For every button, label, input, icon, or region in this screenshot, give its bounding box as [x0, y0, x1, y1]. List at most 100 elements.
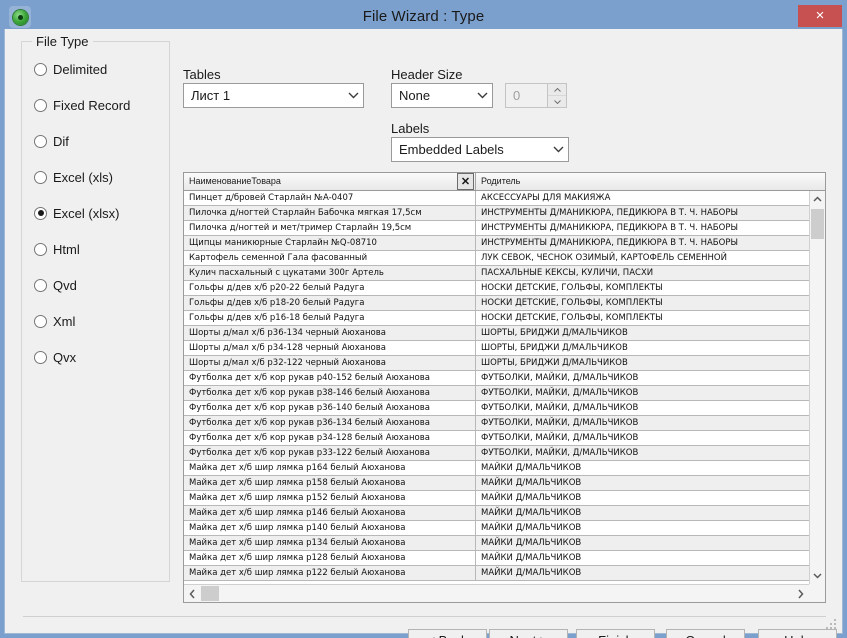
- column-close-icon[interactable]: ✕: [457, 173, 474, 190]
- cell-parent: МАЙКИ Д/МАЛЬЧИКОВ: [481, 538, 582, 548]
- preview-grid-body: Пинцет д/бровей Старлайн №A-0407 АКСЕССУА…: [184, 191, 810, 584]
- vertical-scroll-thumb[interactable]: [811, 209, 824, 239]
- scroll-left-icon[interactable]: [184, 585, 200, 602]
- cell-parent: МАЙКИ Д/МАЛЬЧИКОВ: [481, 553, 582, 563]
- table-row[interactable]: Майка дет х/б шир лямка р122 белый Аюхан…: [184, 566, 810, 581]
- file-type-radio-excel-xls[interactable]: Excel (xls): [34, 168, 113, 186]
- help-button[interactable]: Help: [758, 629, 837, 638]
- close-button[interactable]: ×: [798, 5, 842, 27]
- cell-name: Гольфы д/дев х/б р18-20 белый Радуга: [184, 296, 476, 310]
- file-type-radio-label: Delimited: [53, 61, 108, 77]
- table-row[interactable]: Гольфы д/дев х/б р18-20 белый Радуга НОСК…: [184, 296, 810, 311]
- table-row[interactable]: Футболка дет х/б кор рукав р36-140 белый…: [184, 401, 810, 416]
- stepper-down-icon[interactable]: [548, 96, 566, 107]
- header-size-select[interactable]: None: [391, 83, 493, 108]
- table-row[interactable]: Кулич пасхальный с цукатами 300г Артель П…: [184, 266, 810, 281]
- scroll-right-icon[interactable]: [793, 585, 809, 602]
- table-row[interactable]: Майка дет х/б шир лямка р134 белый Аюхан…: [184, 536, 810, 551]
- cell-name: Футболка дет х/б кор рукав р40-152 белый…: [184, 371, 476, 385]
- table-row[interactable]: Гольфы д/дев х/б р16-18 белый Радуга НОСК…: [184, 311, 810, 326]
- table-row[interactable]: Футболка дет х/б кор рукав р34-128 белый…: [184, 431, 810, 446]
- table-row[interactable]: Пилочка д/ногтей Старлайн Бабочка мягкая…: [184, 206, 810, 221]
- cell-parent: ПАСХАЛЬНЫЕ КЕКСЫ, КУЛИЧИ, ПАСХИ: [481, 268, 654, 278]
- cell-name: Картофель семенной Гала фасованный: [184, 251, 476, 265]
- cell-parent: МАЙКИ Д/МАЛЬЧИКОВ: [481, 493, 582, 503]
- cell-name: Кулич пасхальный с цукатами 300г Артель: [184, 266, 476, 280]
- cancel-button[interactable]: Cancel: [666, 629, 745, 638]
- file-type-radio-excel-xlsx[interactable]: Excel (xlsx): [34, 204, 119, 222]
- table-row[interactable]: Майка дет х/б шир лямка р146 белый Аюхан…: [184, 506, 810, 521]
- cell-name: Майка дет х/б шир лямка р152 белый Аюхан…: [184, 491, 476, 505]
- radio-icon: [34, 242, 47, 256]
- file-type-radio-html[interactable]: Html: [34, 240, 80, 258]
- table-row[interactable]: Щипцы маникюрные Старлайн №Q-08710 ИНСТРУ…: [184, 236, 810, 251]
- tables-label: Tables: [183, 67, 221, 82]
- column-header-parent[interactable]: Родитель: [476, 173, 825, 190]
- cell-parent: ФУТБОЛКИ, МАЙКИ, Д/МАЛЬЧИКОВ: [481, 373, 639, 383]
- cell-parent: ШОРТЫ, БРИДЖИ Д/МАЛЬЧИКОВ: [481, 358, 628, 368]
- tables-select[interactable]: Лист 1: [183, 83, 364, 108]
- file-type-radio-label: Qvx: [53, 349, 77, 365]
- chevron-down-icon: [472, 92, 492, 99]
- cell-name: Майка дет х/б шир лямка р146 белый Аюхан…: [184, 506, 476, 520]
- cell-name: Шорты д/мал х/б р34-128 черный Аюханова: [184, 341, 476, 355]
- table-row[interactable]: Майка дет х/б шир лямка р140 белый Аюхан…: [184, 521, 810, 536]
- table-row[interactable]: Гольфы д/дев х/б р20-22 белый Радуга НОСК…: [184, 281, 810, 296]
- file-type-radio-qvx[interactable]: Qvx: [34, 348, 76, 366]
- table-row[interactable]: Футболка дет х/б кор рукав р40-152 белый…: [184, 371, 810, 386]
- preview-grid-vertical-scrollbar[interactable]: [809, 191, 825, 584]
- stepper-up-icon[interactable]: [548, 84, 566, 96]
- table-row[interactable]: Пилочка д/ногтей и мет/тример Старлайн 1…: [184, 221, 810, 236]
- resize-grip[interactable]: [826, 619, 837, 630]
- header-size-stepper[interactable]: 0: [505, 83, 567, 108]
- preview-grid-horizontal-scrollbar[interactable]: [184, 584, 825, 602]
- column-header-name[interactable]: НаименованиеТовара: [184, 173, 476, 190]
- file-type-radio-label: Excel (xls): [53, 169, 113, 185]
- table-row[interactable]: Шорты д/мал х/б р36-134 черный Аюханова Ш…: [184, 326, 810, 341]
- scroll-up-icon[interactable]: [810, 191, 825, 207]
- file-type-radio-label: Fixed Record: [53, 97, 131, 113]
- cell-parent: ФУТБОЛКИ, МАЙКИ, Д/МАЛЬЧИКОВ: [481, 448, 639, 458]
- table-row[interactable]: Футболка дет х/б кор рукав р36-134 белый…: [184, 416, 810, 431]
- cell-name: Гольфы д/дев х/б р16-18 белый Радуга: [184, 311, 476, 325]
- table-row[interactable]: Шорты д/мал х/б р34-128 черный Аюханова Ш…: [184, 341, 810, 356]
- radio-icon: [34, 350, 47, 364]
- scroll-down-icon[interactable]: [810, 568, 825, 584]
- header-size-stepper-value: 0: [513, 88, 521, 103]
- table-row[interactable]: Майка дет х/б шир лямка р164 белый Аюхан…: [184, 461, 810, 476]
- file-type-radio-label: Qvd: [53, 277, 77, 293]
- back-button[interactable]: < Back: [408, 629, 487, 638]
- radio-icon: [34, 314, 47, 328]
- table-row[interactable]: Шорты д/мал х/б р32-122 черный Аюханова Ш…: [184, 356, 810, 371]
- labels-label: Labels: [391, 121, 430, 136]
- labels-select[interactable]: Embedded Labels: [391, 137, 569, 162]
- table-row[interactable]: Картофель семенной Гала фасованный ЛУК СЕ…: [184, 251, 810, 266]
- finish-button[interactable]: Finish: [576, 629, 655, 638]
- cell-name: Шорты д/мал х/б р36-134 черный Аюханова: [184, 326, 476, 340]
- table-row[interactable]: Футболка дет х/б кор рукав р38-146 белый…: [184, 386, 810, 401]
- table-row[interactable]: Пинцет д/бровей Старлайн №A-0407 АКСЕССУА…: [184, 191, 810, 206]
- labels-select-value: Embedded Labels: [399, 142, 504, 157]
- cell-name: Майка дет х/б шир лямка р134 белый Аюхан…: [184, 536, 476, 550]
- file-type-radio-delimited[interactable]: Delimited: [34, 60, 107, 78]
- file-type-radio-xml[interactable]: Xml: [34, 312, 75, 330]
- table-row[interactable]: Майка дет х/б шир лямка р158 белый Аюхан…: [184, 476, 810, 491]
- radio-icon: [34, 134, 47, 148]
- cell-parent: АКСЕССУАРЫ ДЛЯ МАКИЯЖА: [481, 193, 611, 203]
- cell-parent: ФУТБОЛКИ, МАЙКИ, Д/МАЛЬЧИКОВ: [481, 388, 639, 398]
- chevron-down-icon: [548, 146, 568, 153]
- cell-parent: МАЙКИ Д/МАЛЬЧИКОВ: [481, 568, 582, 578]
- file-type-radio-qvd[interactable]: Qvd: [34, 276, 77, 294]
- cell-parent: МАЙКИ Д/МАЛЬЧИКОВ: [481, 508, 582, 518]
- cell-parent: МАЙКИ Д/МАЛЬЧИКОВ: [481, 523, 582, 533]
- table-row[interactable]: Футболка дет х/б кор рукав р33-122 белый…: [184, 446, 810, 461]
- table-row[interactable]: Майка дет х/б шир лямка р128 белый Аюхан…: [184, 551, 810, 566]
- file-type-radio-dif[interactable]: Dif: [34, 132, 69, 150]
- next-button[interactable]: Next >: [489, 629, 568, 638]
- cell-parent: МАЙКИ Д/МАЛЬЧИКОВ: [481, 478, 582, 488]
- cell-name: Майка дет х/б шир лямка р158 белый Аюхан…: [184, 476, 476, 490]
- horizontal-scroll-thumb[interactable]: [201, 586, 219, 601]
- cell-parent: НОСКИ ДЕТСКИЕ, ГОЛЬФЫ, КОМПЛЕКТЫ: [481, 313, 663, 323]
- table-row[interactable]: Майка дет х/б шир лямка р152 белый Аюхан…: [184, 491, 810, 506]
- file-type-radio-fixed-record[interactable]: Fixed Record: [34, 96, 130, 114]
